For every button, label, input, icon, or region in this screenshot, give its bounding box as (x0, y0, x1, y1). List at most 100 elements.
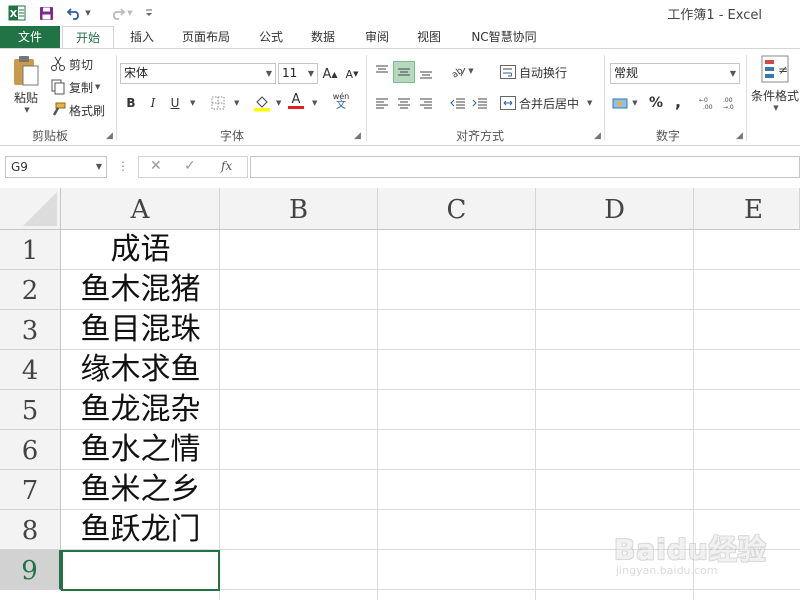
increase-indent-button[interactable] (470, 93, 490, 113)
percent-style-button[interactable]: % (646, 93, 666, 113)
column-header-d[interactable]: D (536, 188, 694, 230)
check-icon[interactable]: ✓ (184, 158, 196, 174)
align-top-button[interactable] (372, 61, 392, 81)
decrease-decimal-button[interactable]: .00 →.0 (720, 93, 740, 113)
fill-color-button[interactable] (252, 93, 272, 113)
redo-button[interactable]: ▼ (106, 2, 136, 24)
number-launcher-icon[interactable]: ◢ (736, 131, 743, 141)
cell-a6[interactable]: 鱼水之情 (62, 430, 219, 469)
formula-input[interactable] (250, 156, 800, 178)
column-header-c[interactable]: C (378, 188, 536, 230)
chevron-down-icon[interactable]: ▼ (190, 99, 195, 107)
increase-decimal-button[interactable]: ←0.00 (698, 93, 718, 113)
cancel-icon[interactable]: ✕ (150, 158, 162, 174)
tab-page-layout[interactable]: 页面布局 (172, 26, 240, 48)
cut-button[interactable]: 剪切 (50, 55, 93, 73)
conditional-format-label: 条件格式 (750, 89, 799, 103)
font-size-select[interactable]: 11 ▼ (278, 63, 318, 84)
title-bar: X ▼ ▼ 工作簿1 - Excel (0, 0, 800, 26)
number-format-select[interactable]: 常规 ▼ (610, 63, 740, 84)
font-size-value: 11 (282, 66, 298, 80)
font-launcher-icon[interactable]: ◢ (354, 131, 361, 141)
tab-nc-collaboration[interactable]: NC智慧协同 (460, 26, 548, 48)
cell-a4[interactable]: 缘木求鱼 (62, 350, 219, 389)
decrease-indent-button[interactable] (448, 93, 468, 113)
chevron-down-icon[interactable]: ▼ (312, 99, 317, 107)
bold-button[interactable]: B (121, 93, 141, 113)
merge-center-button[interactable]: 合并后居中 ▼ (500, 94, 592, 112)
borders-icon (211, 96, 225, 110)
paste-button[interactable]: 粘贴 ▼ (8, 55, 44, 121)
undo-button[interactable]: ▼ (64, 2, 94, 24)
save-icon (39, 6, 53, 20)
select-all-button[interactable] (0, 188, 61, 230)
align-center-button[interactable] (394, 93, 414, 113)
row-header-2[interactable]: 2 (0, 270, 61, 310)
copy-button[interactable]: 复制 ▼ (50, 78, 100, 96)
cell-a2[interactable]: 鱼木混猪 (62, 270, 219, 309)
comma-style-button[interactable]: , (668, 91, 688, 111)
clipboard-launcher-icon[interactable]: ◢ (106, 131, 113, 141)
cell-a3[interactable]: 鱼目混珠 (62, 310, 219, 349)
copy-icon (50, 79, 66, 95)
cell-a7[interactable]: 鱼米之乡 (62, 470, 219, 509)
align-left-icon (376, 98, 388, 109)
align-left-button[interactable] (372, 93, 392, 113)
row-header-9[interactable]: 9 (0, 550, 61, 590)
text-orientation-icon: ab (450, 66, 466, 78)
shrink-font-button[interactable]: A ▼ (342, 64, 362, 84)
grow-font-button[interactable]: A ▲ (320, 64, 340, 84)
watermark-text: Baidu经验 (614, 533, 767, 566)
excel-logo-icon: X (6, 2, 28, 24)
align-right-button[interactable] (416, 93, 436, 113)
chevron-down-icon[interactable]: ▼ (234, 99, 239, 107)
row-header-8[interactable]: 8 (0, 510, 61, 550)
cell-a1[interactable]: 成语 (62, 230, 219, 269)
increase-indent-icon (472, 98, 487, 109)
underline-button[interactable]: U (165, 93, 185, 113)
borders-button[interactable] (208, 93, 228, 113)
chevron-down-icon: ▼ (95, 162, 102, 171)
tab-formulas[interactable]: 公式 (248, 26, 294, 48)
font-color-button[interactable]: A (286, 91, 306, 111)
phonetic-guide-button[interactable]: wén 文 (328, 91, 354, 111)
column-header-a[interactable]: A (61, 188, 220, 230)
tab-insert[interactable]: 插入 (118, 26, 166, 48)
italic-button[interactable]: I (143, 93, 163, 113)
row-header-5[interactable]: 5 (0, 390, 61, 430)
row-header-6[interactable]: 6 (0, 430, 61, 470)
conditional-format-button[interactable]: ≠ 条件格式 ▼ (750, 55, 800, 121)
format-painter-button[interactable]: 格式刷 (50, 101, 105, 119)
tab-data[interactable]: 数据 (300, 26, 346, 48)
chevron-down-icon: ▼ (24, 106, 30, 114)
undo-icon (67, 8, 80, 20)
tab-file[interactable]: 文件 (0, 26, 60, 48)
customize-toolbar-button[interactable] (142, 2, 156, 24)
row-header-1[interactable]: 1 (0, 230, 61, 270)
wrap-text-button[interactable]: 自动换行 (500, 63, 567, 81)
cell-a8[interactable]: 鱼跃龙门 (62, 510, 219, 549)
accounting-format-button[interactable]: ▼ (610, 93, 640, 113)
row-header-4[interactable]: 4 (0, 350, 61, 390)
svg-text:≠: ≠ (778, 63, 788, 77)
cut-label: 剪切 (69, 57, 94, 72)
merge-cells-icon (500, 96, 516, 110)
font-name-select[interactable]: 宋体 ▼ (120, 63, 276, 84)
chevron-down-icon[interactable]: ▼ (276, 99, 281, 107)
alignment-launcher-icon[interactable]: ◢ (594, 131, 601, 141)
tab-view[interactable]: 视图 (406, 26, 452, 48)
tab-review[interactable]: 审阅 (354, 26, 400, 48)
cell-a5[interactable]: 鱼龙混杂 (62, 390, 219, 429)
orientation-button[interactable]: ab ▼ (448, 61, 476, 81)
name-box[interactable]: G9 ▼ (5, 156, 107, 178)
insert-function-icon[interactable]: fx (221, 159, 232, 173)
align-bottom-button[interactable] (416, 63, 436, 83)
tab-home[interactable]: 开始 (62, 26, 114, 49)
column-header-e[interactable]: E (694, 188, 800, 230)
formula-bar-resize-handle[interactable]: ⋮ (117, 159, 129, 173)
row-header-7[interactable]: 7 (0, 470, 61, 510)
column-header-b[interactable]: B (220, 188, 378, 230)
align-middle-button[interactable] (393, 61, 415, 83)
save-button[interactable] (36, 2, 56, 24)
row-header-3[interactable]: 3 (0, 310, 61, 350)
